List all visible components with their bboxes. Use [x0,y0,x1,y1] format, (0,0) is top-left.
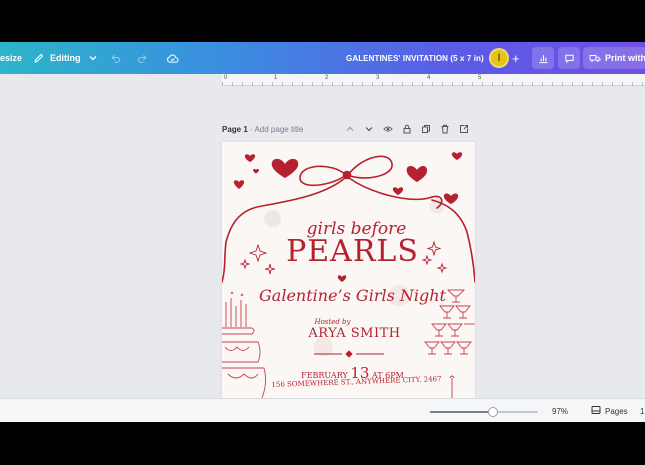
status-bar: 97% Pages 1 [0,398,645,422]
ruler-mark: 2 [325,75,329,81]
editor-workspace: 0 1 2 3 4 5 Page 1 - Add page title girl… [0,74,645,398]
delete-page-button[interactable] [439,123,450,134]
duplicate-page-button[interactable] [420,123,431,134]
pages-button[interactable]: Pages [591,405,628,417]
page-count: 1 [640,407,645,416]
chevron-up-icon [346,126,353,131]
add-page-icon [459,124,468,133]
avatar[interactable]: l [489,48,509,68]
move-page-down-button[interactable] [363,123,374,134]
print-label: Print with C [605,53,645,63]
ruler-mark: 3 [376,75,380,81]
redo-button[interactable] [137,42,148,74]
trash-icon [441,124,448,133]
ruler: 0 1 2 3 4 5 [222,74,645,86]
invitation-subtitle[interactable]: Galentine’s Girls Night [226,286,475,305]
editing-mode-button[interactable]: Editing [34,42,98,74]
truck-icon [589,53,601,63]
page-header: Page 1 - Add page title [222,125,303,134]
invitation-hosted-by[interactable]: Hosted by [222,318,459,326]
top-toolbar: esize Editing GALENTINES' INVITATION (5 … [0,42,645,74]
divider-ornament [314,350,384,358]
duplicate-icon [421,124,430,133]
invitation-main-title[interactable]: PEARLS [226,234,475,269]
lock-icon [403,124,410,133]
page-tools [344,123,469,134]
ruler-mark: 5 [478,75,482,81]
editing-label: Editing [50,53,81,63]
pages-label: Pages [605,406,628,416]
ruler-ticks [222,82,645,86]
page-title-input[interactable]: Add page title [254,125,303,134]
redo-icon [137,53,148,64]
comment-icon [564,53,575,64]
resize-label: esize [0,53,23,63]
invitation-host-name[interactable]: ARYA SMITH [228,326,475,341]
zoom-slider-fill [430,411,493,413]
ruler-mark: 1 [274,75,278,81]
ruler-mark: 4 [427,75,431,81]
save-status-button[interactable] [166,42,179,74]
invitation-artwork [222,152,475,398]
ruler-mark: 0 [224,75,228,81]
undo-button[interactable] [110,42,121,74]
zoom-level[interactable]: 97% [552,407,568,416]
analytics-button[interactable] [532,47,554,69]
zoom-slider[interactable] [430,407,538,417]
lock-page-button[interactable] [401,123,412,134]
page-number-label: Page 1 [222,125,248,134]
add-collaborator-button[interactable]: + [512,42,520,74]
eye-icon [382,126,393,131]
comment-button[interactable] [558,47,580,69]
move-page-up-button[interactable] [344,123,355,134]
chevron-down-icon [88,53,98,63]
document-title[interactable]: GALENTINES' INVITATION (5 x 7 in) [346,42,484,74]
resize-button[interactable]: esize [0,42,22,74]
undo-icon [110,53,121,64]
pencil-icon [34,53,44,63]
print-button[interactable]: Print with C [583,47,645,69]
hide-page-button[interactable] [382,123,393,134]
add-page-button[interactable] [458,123,469,134]
pages-icon [591,405,601,417]
analytics-icon [538,53,549,64]
chevron-down-icon [365,126,372,131]
design-canvas[interactable]: girls before PEARLS Galentine’s Girls Ni… [222,142,475,398]
zoom-slider-thumb[interactable] [487,407,498,417]
cloud-sync-icon [166,53,179,64]
